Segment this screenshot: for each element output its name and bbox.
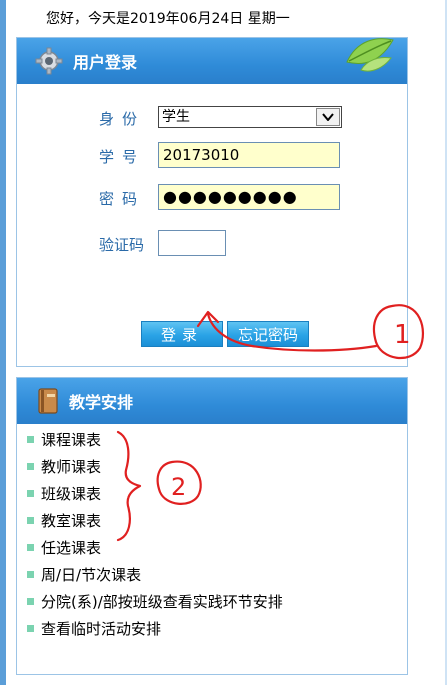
bullet-icon <box>27 463 34 470</box>
role-row: 身份 学生 <box>17 104 407 132</box>
schedule-item-label: 分院(系)/部按班级查看实践环节安排 <box>41 593 283 611</box>
schedule-item-label: 周/日/节次课表 <box>41 566 142 584</box>
bullet-icon <box>27 436 34 443</box>
chevron-down-icon[interactable] <box>316 108 340 126</box>
schedule-item-label: 教师课表 <box>41 458 102 476</box>
leaf-icon <box>346 38 394 72</box>
login-panel-header: 用户登录 <box>17 38 407 84</box>
schedule-item[interactable]: 教室课表 <box>27 511 283 538</box>
schedule-item-label: 任选课表 <box>41 539 102 557</box>
captcha-input[interactable] <box>158 230 226 256</box>
schedule-item[interactable]: 分院(系)/部按班级查看实践环节安排 <box>27 592 283 619</box>
book-icon <box>38 388 58 414</box>
schedule-item[interactable]: 任选课表 <box>27 538 283 565</box>
bullet-icon <box>27 490 34 497</box>
id-row: 学号 20173010 <box>17 142 407 170</box>
login-title: 用户登录 <box>73 53 138 72</box>
schedule-item-label: 教室课表 <box>41 512 102 530</box>
role-select-value: 学生 <box>162 109 190 125</box>
schedule-item-label: 查看临时活动安排 <box>41 620 162 638</box>
schedule-item[interactable]: 课程课表 <box>27 430 283 457</box>
left-border <box>0 0 6 685</box>
greeting-text: 您好，今天是2019年06月24日 星期一 <box>46 11 290 27</box>
schedule-panel: 教学安排 课程课表 教师课表 班级课表 教室课表 任选课表 周/日/节次课表 分… <box>16 377 408 675</box>
schedule-item[interactable]: 班级课表 <box>27 484 283 511</box>
bullet-icon <box>27 598 34 605</box>
password-label: 密码 <box>99 190 146 208</box>
login-form: 身份 学生 学号 20173010 密码 ●●●●●●●●● 验证码 登录 忘记… <box>17 84 407 368</box>
id-label: 学号 <box>99 148 146 166</box>
bullet-icon <box>27 625 34 632</box>
bullet-icon <box>27 571 34 578</box>
student-id-input[interactable]: 20173010 <box>158 142 340 168</box>
login-panel: 用户登录 身份 学生 学号 20173010 密码 ●●●●●●●●● 验证码 … <box>16 37 408 367</box>
role-select[interactable]: 学生 <box>158 106 342 128</box>
password-row: 密码 ●●●●●●●●● <box>17 184 407 212</box>
schedule-item-label: 班级课表 <box>41 485 102 503</box>
schedule-item[interactable]: 周/日/节次课表 <box>27 565 283 592</box>
bullet-icon <box>27 517 34 524</box>
schedule-panel-header: 教学安排 <box>17 378 407 424</box>
schedule-title: 教学安排 <box>69 393 134 412</box>
schedule-item[interactable]: 查看临时活动安排 <box>27 619 283 646</box>
schedule-item-label: 课程课表 <box>41 431 102 449</box>
forgot-password-button[interactable]: 忘记密码 <box>227 321 309 347</box>
captcha-label: 验证码 <box>99 236 145 254</box>
schedule-list: 课程课表 教师课表 班级课表 教室课表 任选课表 周/日/节次课表 分院(系)/… <box>27 430 283 646</box>
captcha-row: 验证码 <box>17 230 407 258</box>
bullet-icon <box>27 544 34 551</box>
role-label: 身份 <box>99 110 146 128</box>
password-input[interactable]: ●●●●●●●●● <box>158 184 340 210</box>
gear-icon <box>35 47 63 75</box>
schedule-item[interactable]: 教师课表 <box>27 457 283 484</box>
login-button[interactable]: 登录 <box>141 321 223 347</box>
